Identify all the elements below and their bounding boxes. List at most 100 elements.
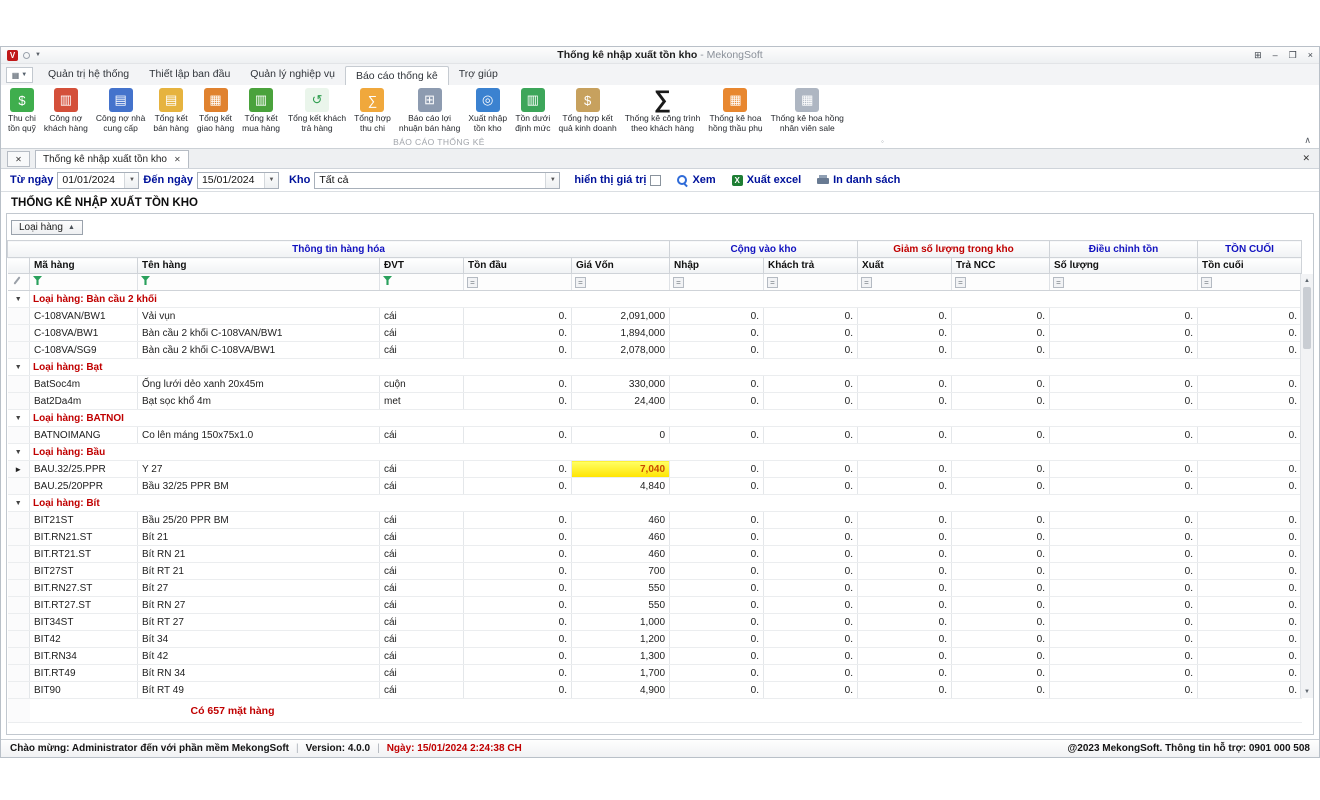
column-header-ton_cuoi[interactable]: Tồn cuối [1198, 258, 1302, 274]
cell-ton_dau[interactable]: 0. [464, 631, 572, 648]
cell-gia_von[interactable]: 550 [572, 597, 670, 614]
group-row[interactable]: ▼Loại hàng: Bàn cầu 2 khối [8, 291, 1302, 308]
cell-dvt[interactable]: cái [380, 546, 464, 563]
cell-ton_cuoi[interactable]: 0. [1198, 461, 1302, 478]
cell-nhap[interactable]: 0. [670, 529, 764, 546]
table-row[interactable]: C-108VA/SG9Bàn cầu 2 khối C-108VA/BW1cái… [8, 342, 1302, 359]
cell-ton_cuoi[interactable]: 0. [1198, 631, 1302, 648]
cell-ton_dau[interactable]: 0. [464, 427, 572, 444]
collapse-icon[interactable]: ▼ [15, 500, 22, 507]
cell-khach_tra[interactable]: 0. [764, 580, 858, 597]
cell-ton_cuoi[interactable]: 0. [1198, 597, 1302, 614]
cell-ton_cuoi[interactable]: 0. [1198, 563, 1302, 580]
from-date-input[interactable]: 01/01/2024 ▼ [57, 172, 139, 189]
cell-dvt[interactable]: cái [380, 461, 464, 478]
column-header-nhap[interactable]: Nhập [670, 258, 764, 274]
column-header-xuat[interactable]: Xuất [858, 258, 952, 274]
column-header-dvt[interactable]: ĐVT [380, 258, 464, 274]
cell-dvt[interactable]: cái [380, 325, 464, 342]
cell-ton_dau[interactable]: 0. [464, 393, 572, 410]
cell-ton_dau[interactable]: 0. [464, 665, 572, 682]
ribbon-button[interactable]: ▦Thống kê hoa hồng thầu phụ [704, 88, 766, 133]
filter-cell-tra_ncc[interactable]: = [952, 274, 1050, 291]
cell-so_luong[interactable]: 0. [1050, 376, 1198, 393]
cell-nhap[interactable]: 0. [670, 665, 764, 682]
column-header-tra_ncc[interactable]: Trả NCC [952, 258, 1050, 274]
cell-dvt[interactable]: cái [380, 665, 464, 682]
cell-so_luong[interactable]: 0. [1050, 682, 1198, 699]
cell-gia_von[interactable]: 460 [572, 529, 670, 546]
cell-so_luong[interactable]: 0. [1050, 580, 1198, 597]
cell-so_luong[interactable]: 0. [1050, 631, 1198, 648]
cell-nhap[interactable]: 0. [670, 648, 764, 665]
close-all-tabs-button[interactable]: ✕ [7, 151, 30, 167]
cell-so_luong[interactable]: 0. [1050, 325, 1198, 342]
cell-ten[interactable]: Vải vụn [138, 308, 380, 325]
cell-ten[interactable]: Bít RT 21 [138, 563, 380, 580]
cell-ten[interactable]: Bầu 25/20 PPR BM [138, 512, 380, 529]
cell-nhap[interactable]: 0. [670, 478, 764, 495]
cell-ton_dau[interactable]: 0. [464, 682, 572, 699]
cell-nhap[interactable]: 0. [670, 427, 764, 444]
ribbon-tab[interactable]: Báo cáo thống kê [345, 66, 449, 86]
cell-dvt[interactable]: cái [380, 342, 464, 359]
cell-so_luong[interactable]: 0. [1050, 546, 1198, 563]
cell-ma[interactable]: BAU.32/25.PPR [30, 461, 138, 478]
cell-dvt[interactable]: cái [380, 308, 464, 325]
table-row[interactable]: ►BAU.32/25.PPRY 27cái0.7,0400.0.0.0.0.0. [8, 461, 1302, 478]
cell-so_luong[interactable]: 0. [1050, 597, 1198, 614]
table-row[interactable]: BIT.RT27.STBít RN 27cái0.5500.0.0.0.0.0. [8, 597, 1302, 614]
cell-xuat[interactable]: 0. [858, 665, 952, 682]
cell-ton_dau[interactable]: 0. [464, 512, 572, 529]
cell-dvt[interactable]: cái [380, 682, 464, 699]
cell-ton_cuoi[interactable]: 0. [1198, 665, 1302, 682]
cell-xuat[interactable]: 0. [858, 580, 952, 597]
scroll-down-icon[interactable]: ▼ [1301, 685, 1313, 698]
cell-dvt[interactable]: cái [380, 512, 464, 529]
print-list-button[interactable]: In danh sách [817, 174, 900, 186]
cell-xuat[interactable]: 0. [858, 512, 952, 529]
cell-tra_ncc[interactable]: 0. [952, 529, 1050, 546]
cell-gia_von[interactable]: 7,040 [572, 461, 670, 478]
cell-nhap[interactable]: 0. [670, 546, 764, 563]
ribbon-button[interactable]: $Thu chi tồn quỹ [4, 88, 40, 133]
cell-ton_cuoi[interactable]: 0. [1198, 580, 1302, 597]
cell-ton_dau[interactable]: 0. [464, 563, 572, 580]
cell-so_luong[interactable]: 0. [1050, 648, 1198, 665]
cell-khach_tra[interactable]: 0. [764, 631, 858, 648]
cell-khach_tra[interactable]: 0. [764, 427, 858, 444]
ribbon-button[interactable]: ▥Công nợ khách hàng [40, 88, 92, 133]
cell-nhap[interactable]: 0. [670, 631, 764, 648]
cell-ton_dau[interactable]: 0. [464, 461, 572, 478]
cell-xuat[interactable]: 0. [858, 631, 952, 648]
cell-tra_ncc[interactable]: 0. [952, 325, 1050, 342]
cell-ton_dau[interactable]: 0. [464, 529, 572, 546]
cell-xuat[interactable]: 0. [858, 682, 952, 699]
cell-khach_tra[interactable]: 0. [764, 529, 858, 546]
table-row[interactable]: BIT27STBít RT 21cái0.7000.0.0.0.0.0. [8, 563, 1302, 580]
cell-xuat[interactable]: 0. [858, 325, 952, 342]
cell-nhap[interactable]: 0. [670, 512, 764, 529]
table-row[interactable]: BAU.25/20PPRBầu 32/25 PPR BMcái0.4,8400.… [8, 478, 1302, 495]
cell-tra_ncc[interactable]: 0. [952, 665, 1050, 682]
cell-so_luong[interactable]: 0. [1050, 478, 1198, 495]
cell-tra_ncc[interactable]: 0. [952, 648, 1050, 665]
cell-dvt[interactable]: cái [380, 529, 464, 546]
cell-khach_tra[interactable]: 0. [764, 308, 858, 325]
cell-nhap[interactable]: 0. [670, 308, 764, 325]
cell-ma[interactable]: Bat2Da4m [30, 393, 138, 410]
cell-so_luong[interactable]: 0. [1050, 563, 1198, 580]
cell-gia_von[interactable]: 1,200 [572, 631, 670, 648]
cell-ton_cuoi[interactable]: 0. [1198, 512, 1302, 529]
ribbon-button[interactable]: ∑Tổng hợp thu chi [350, 88, 395, 133]
cell-nhap[interactable]: 0. [670, 682, 764, 699]
cell-xuat[interactable]: 0. [858, 342, 952, 359]
export-excel-button[interactable]: X Xuất excel [732, 174, 801, 186]
app-menu-button[interactable]: ▦▼ [6, 67, 33, 83]
cell-gia_von[interactable]: 0 [572, 427, 670, 444]
cell-khach_tra[interactable]: 0. [764, 597, 858, 614]
cell-tra_ncc[interactable]: 0. [952, 546, 1050, 563]
cell-so_luong[interactable]: 0. [1050, 393, 1198, 410]
cell-tra_ncc[interactable]: 0. [952, 376, 1050, 393]
cell-ma[interactable]: C-108VA/SG9 [30, 342, 138, 359]
